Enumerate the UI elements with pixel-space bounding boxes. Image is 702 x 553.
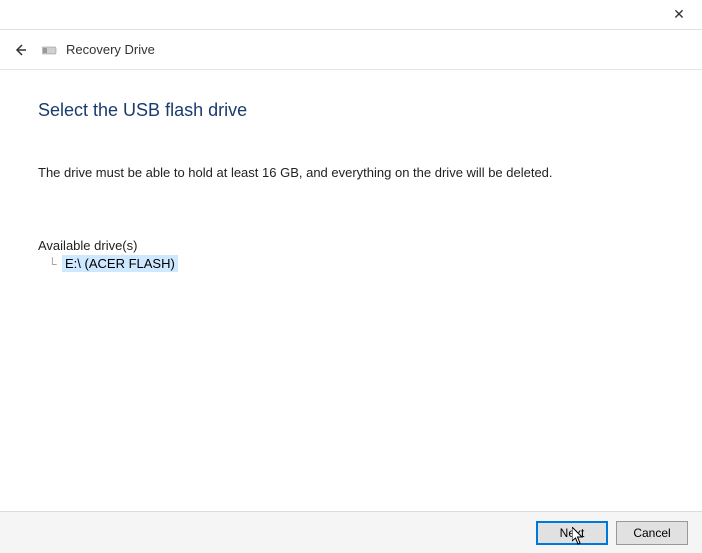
page-title: Select the USB flash drive: [38, 100, 664, 121]
drives-section-label: Available drive(s): [38, 238, 664, 253]
close-icon: ✕: [673, 6, 685, 23]
back-arrow-icon: [12, 42, 28, 58]
header: Recovery Drive: [0, 30, 702, 70]
page-description: The drive must be able to hold at least …: [38, 165, 664, 180]
header-title: Recovery Drive: [66, 42, 155, 57]
back-button[interactable]: [6, 36, 34, 64]
tree-connector-icon: └: [48, 257, 60, 271]
drives-section: Available drive(s) └ E:\ (ACER FLASH): [38, 238, 664, 272]
drive-icon: [42, 44, 58, 56]
drive-list: └ E:\ (ACER FLASH): [48, 255, 664, 272]
cancel-button[interactable]: Cancel: [616, 521, 688, 545]
cancel-button-label: Cancel: [633, 526, 670, 540]
drive-item[interactable]: └ E:\ (ACER FLASH): [48, 255, 664, 272]
close-button[interactable]: ✕: [656, 0, 702, 30]
next-button-label: Next: [560, 526, 585, 540]
drive-label: E:\ (ACER FLASH): [62, 255, 178, 272]
footer: Next Cancel: [0, 511, 702, 553]
content-area: Select the USB flash drive The drive mus…: [0, 70, 702, 272]
titlebar: ✕: [0, 0, 702, 30]
next-button[interactable]: Next: [536, 521, 608, 545]
